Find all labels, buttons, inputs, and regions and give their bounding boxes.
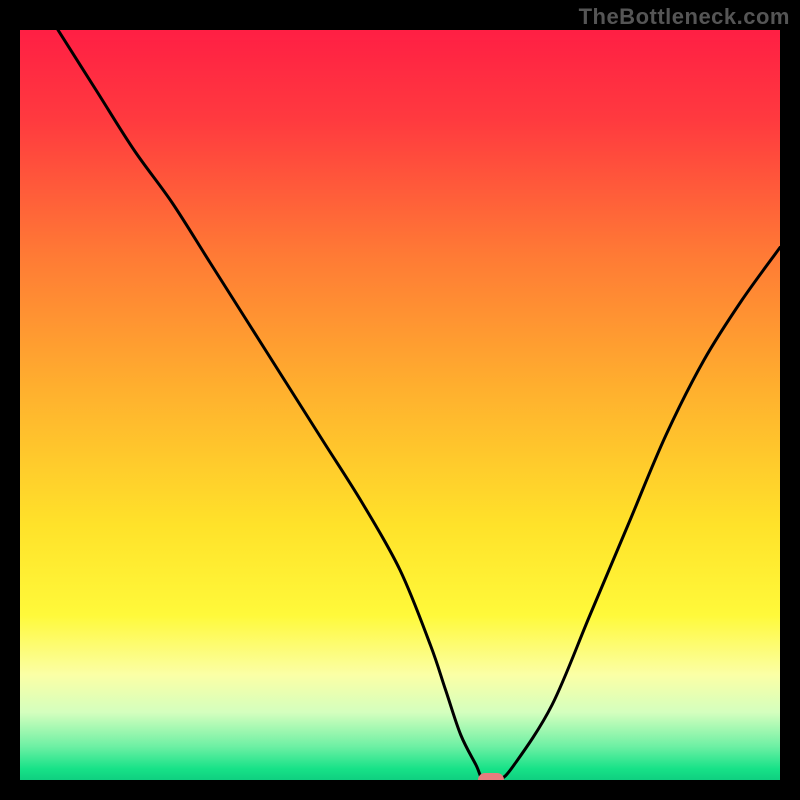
attribution-text: TheBottleneck.com xyxy=(579,4,790,30)
bottleneck-marker xyxy=(478,773,504,780)
chart-frame: TheBottleneck.com xyxy=(0,0,800,800)
bottleneck-curve xyxy=(20,30,780,780)
plot-area xyxy=(20,30,780,780)
